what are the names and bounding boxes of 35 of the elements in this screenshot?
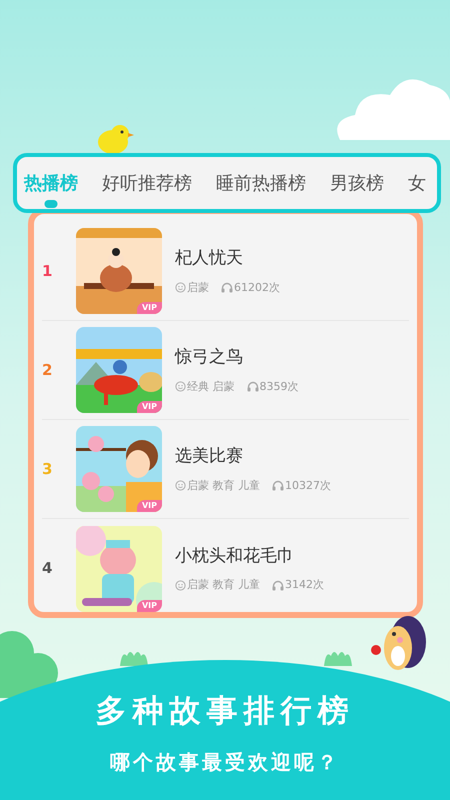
headphones-icon [246, 381, 258, 392]
rank-number: 2 [42, 360, 54, 381]
smiley-icon [175, 580, 186, 591]
story-title[interactable]: 惊弓之鸟 [175, 345, 298, 370]
story-tags: 启蒙 教育 儿童 [187, 577, 260, 594]
subline: 哪个故事最受欢迎呢？ [110, 748, 340, 776]
story-title[interactable]: 杞人忧天 [175, 246, 280, 272]
smiley-icon [175, 381, 186, 392]
story-title[interactable]: 选美比赛 [175, 444, 331, 470]
tab[interactable]: 女 [408, 170, 426, 196]
story-tags: 启蒙 [187, 280, 209, 296]
vip-badge: VIP [136, 500, 162, 512]
tab[interactable]: 男孩榜 [330, 170, 384, 196]
bird-icon [96, 122, 134, 156]
headphones-icon [272, 480, 284, 492]
story-title[interactable]: 小枕头和花毛巾 [175, 544, 324, 569]
play-count: 3142次 [285, 577, 324, 593]
smiley-icon [175, 282, 186, 294]
play-count: 10327次 [285, 478, 331, 494]
vip-badge: VIP [136, 302, 162, 314]
story-tags: 启蒙 教育 儿童 [187, 478, 260, 494]
play-count: 8359次 [260, 378, 298, 394]
rank-number: 4 [42, 558, 54, 580]
vip-badge: VIP [136, 401, 162, 413]
rank-number: 1 [42, 260, 54, 282]
play-count: 61202次 [234, 280, 280, 296]
headphones-icon [272, 580, 284, 591]
smiley-icon [175, 480, 186, 492]
rank-number: 3 [42, 458, 54, 480]
tab[interactable]: 好听推荐榜 [102, 170, 192, 196]
headline: 多种故事排行榜 [96, 692, 354, 731]
headphones-icon [221, 282, 233, 294]
story-tags: 经典 启蒙 [187, 378, 234, 395]
tab-indicator [44, 200, 58, 208]
tab[interactable]: 睡前热播榜 [216, 170, 306, 196]
